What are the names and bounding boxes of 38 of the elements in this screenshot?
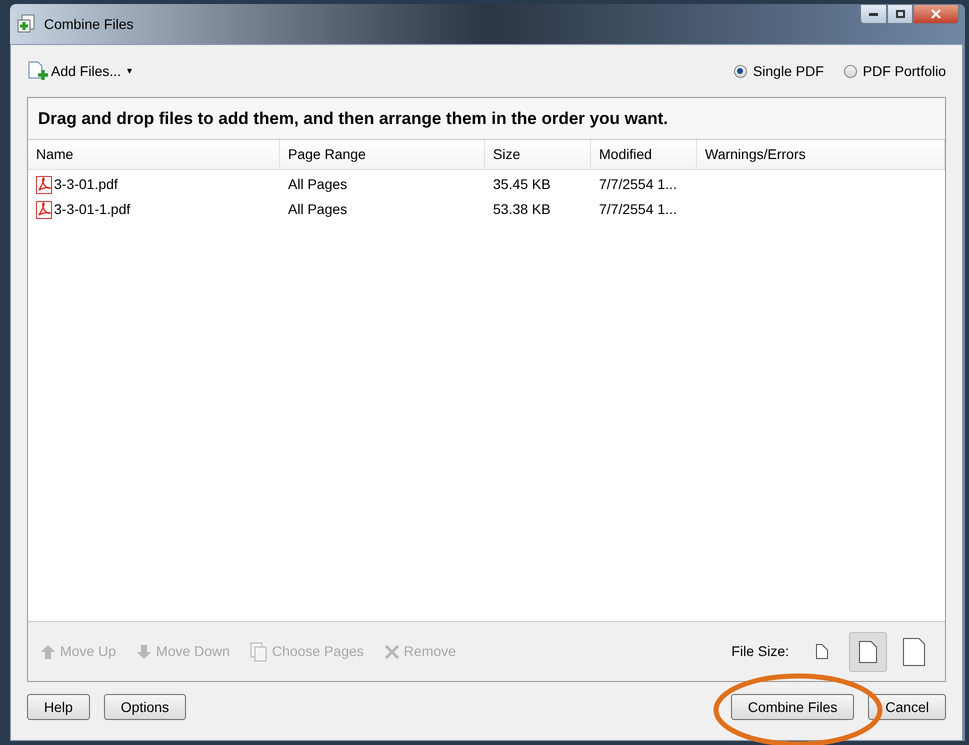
arrow-down-icon: [136, 644, 152, 660]
radio-option[interactable]: Single PDF: [734, 60, 824, 82]
dialog-button[interactable]: Options: [104, 694, 186, 720]
add-files-button[interactable]: Add Files... ▾: [27, 60, 132, 82]
table-cell-text: 35.45 KB: [493, 175, 551, 194]
column-header[interactable]: Page Range: [280, 140, 485, 169]
close-button[interactable]: [913, 4, 959, 24]
table-cell-text: 3-3-01.pdf: [54, 175, 118, 194]
window-title: Combine Files: [44, 14, 134, 34]
maximize-button[interactable]: [887, 4, 913, 24]
table-cell-text: 53.38 KB: [493, 200, 551, 219]
dialog-button[interactable]: Help: [27, 694, 90, 720]
table-cell-text: 7/7/2554 1...: [599, 175, 677, 194]
minimize-button[interactable]: [860, 4, 887, 24]
radio-option[interactable]: PDF Portfolio: [844, 60, 946, 82]
file-size-option[interactable]: [849, 632, 887, 672]
pdf-file-icon: [36, 176, 52, 194]
page-icon: [859, 640, 877, 662]
pages-icon: [250, 642, 268, 662]
column-header[interactable]: Modified: [591, 140, 697, 169]
page-icon: [903, 638, 925, 666]
dialog-button[interactable]: Cancel: [868, 694, 946, 720]
instruction-text: Drag and drop files to add them, and then arrange them in the order you want.: [38, 108, 668, 130]
close-icon: [931, 9, 941, 19]
pdf-file-icon: [36, 200, 52, 218]
table-cell-text: 3-3-01-1.pdf: [54, 200, 130, 219]
table-cell-text: All Pages: [288, 200, 348, 219]
table-cell-text: All Pages: [288, 175, 348, 194]
cross-icon: [384, 644, 400, 660]
column-header[interactable]: Warnings/Errors: [697, 140, 945, 169]
arrow-up-icon: [40, 644, 56, 660]
add-file-icon: [27, 61, 49, 81]
page-icon: [816, 644, 828, 659]
dialog-button[interactable]: Combine Files: [730, 694, 854, 720]
column-header[interactable]: Size: [485, 140, 591, 169]
file-size-label: File Size:: [731, 642, 789, 661]
column-header[interactable]: Name: [28, 140, 280, 169]
table-cell-text: 7/7/2554 1...: [599, 200, 677, 219]
